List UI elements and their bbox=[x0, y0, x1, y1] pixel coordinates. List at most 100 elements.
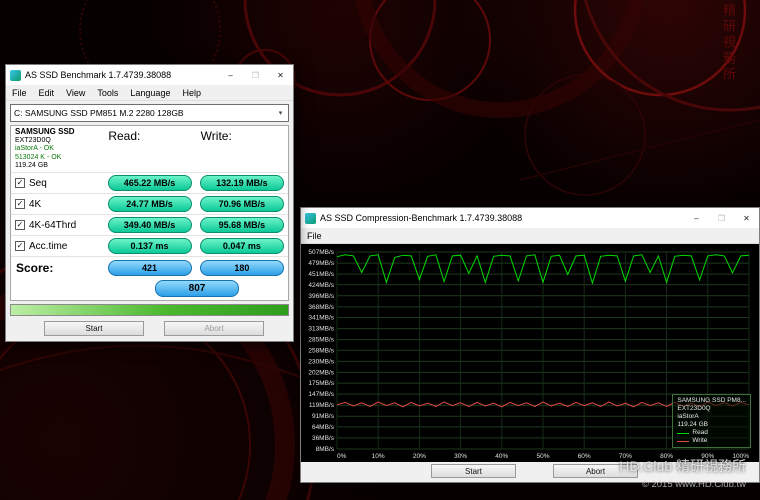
row-acc-time: ✓ Acc.time 0.137 ms 0.047 ms bbox=[11, 235, 288, 256]
read-line-swatch bbox=[677, 433, 689, 434]
checkbox-acc-time[interactable]: ✓ bbox=[15, 241, 25, 251]
svg-text:479MB/s: 479MB/s bbox=[308, 260, 334, 267]
svg-text:175MB/s: 175MB/s bbox=[308, 380, 334, 387]
drive-alignment-status: 513024 K - OK bbox=[15, 154, 99, 163]
minimize-icon: – bbox=[694, 214, 698, 223]
checkbox-4k-64thrd[interactable]: ✓ bbox=[15, 220, 25, 230]
close-icon: ✕ bbox=[277, 71, 284, 80]
start-button[interactable]: Start bbox=[431, 464, 516, 478]
svg-text:451MB/s: 451MB/s bbox=[308, 271, 334, 278]
menu-file[interactable]: File bbox=[6, 88, 33, 98]
check-icon: ✓ bbox=[17, 200, 24, 208]
menu-help[interactable]: Help bbox=[176, 88, 207, 98]
row-label: Acc.time bbox=[29, 241, 67, 252]
acc-time-write-value: 0.047 ms bbox=[200, 238, 284, 254]
as-ssd-benchmark-window: AS SSD Benchmark 1.7.4739.38088 – ❐ ✕ Fi… bbox=[5, 64, 294, 342]
4k-64thrd-write-value: 95.68 MB/s bbox=[200, 217, 284, 233]
check-icon: ✓ bbox=[17, 221, 24, 229]
menu-language[interactable]: Language bbox=[124, 88, 176, 98]
results-panel: SAMSUNG SSD EXT23D0Q iaStorA - OK 513024… bbox=[10, 125, 289, 301]
minimize-button[interactable]: – bbox=[218, 65, 243, 85]
svg-text:60%: 60% bbox=[578, 453, 591, 460]
legend-driver: iaStorA bbox=[677, 413, 746, 421]
row-label: 4K-64Thrd bbox=[29, 220, 76, 231]
checkbox-4k[interactable]: ✓ bbox=[15, 199, 25, 209]
read-column-header: Read: bbox=[103, 126, 195, 172]
svg-text:507MB/s: 507MB/s bbox=[308, 249, 334, 256]
4k-write-value: 70.96 MB/s bbox=[200, 196, 284, 212]
menu-file[interactable]: File bbox=[301, 231, 328, 241]
close-icon: ✕ bbox=[743, 214, 750, 223]
row-label: Seq bbox=[29, 178, 47, 189]
svg-text:258MB/s: 258MB/s bbox=[308, 347, 334, 354]
row-label: 4K bbox=[29, 199, 41, 210]
check-icon: ✓ bbox=[17, 179, 24, 187]
compression-chart: 507MB/s 479MB/s 451MB/s 424MB/s 396MB/s 368MB… bbox=[301, 244, 759, 462]
menu-view[interactable]: View bbox=[60, 88, 91, 98]
seq-write-value: 132.19 MB/s bbox=[200, 175, 284, 191]
start-button[interactable]: Start bbox=[44, 321, 144, 336]
menu-bar: File Edit View Tools Language Help bbox=[6, 85, 293, 101]
svg-text:64MB/s: 64MB/s bbox=[312, 424, 335, 431]
watermark-title: HD.Club 精研視務所 bbox=[619, 456, 746, 476]
score-label: Score: bbox=[11, 259, 103, 277]
app-icon bbox=[10, 70, 21, 81]
checkbox-seq[interactable]: ✓ bbox=[15, 178, 25, 188]
maximize-button: ❐ bbox=[709, 208, 734, 228]
row-4k-64thrd: ✓ 4K-64Thrd 349.40 MB/s 95.68 MB/s bbox=[11, 214, 288, 235]
as-ssd-compression-window: AS SSD Compression-Benchmark 1.7.4739.38… bbox=[300, 207, 760, 483]
svg-text:10%: 10% bbox=[372, 453, 385, 460]
legend-read-label: Read bbox=[692, 429, 708, 437]
svg-text:424MB/s: 424MB/s bbox=[308, 282, 334, 289]
4k-read-value: 24.77 MB/s bbox=[108, 196, 192, 212]
svg-text:40%: 40% bbox=[495, 453, 508, 460]
svg-text:313MB/s: 313MB/s bbox=[308, 326, 334, 333]
close-button[interactable]: ✕ bbox=[734, 208, 759, 228]
menu-edit[interactable]: Edit bbox=[33, 88, 61, 98]
read-score: 421 bbox=[108, 260, 192, 276]
app-icon bbox=[305, 213, 316, 224]
acc-time-read-value: 0.137 ms bbox=[108, 238, 192, 254]
drive-capacity: 119.24 GB bbox=[15, 162, 99, 171]
maximize-button: ❐ bbox=[243, 65, 268, 85]
write-score: 180 bbox=[200, 260, 284, 276]
svg-text:20%: 20% bbox=[413, 453, 426, 460]
drive-model: SAMSUNG SSD bbox=[15, 128, 99, 137]
svg-text:0%: 0% bbox=[337, 453, 347, 460]
drive-select-value: C: SAMSUNG SSD PM851 M.2 2280 128GB bbox=[14, 108, 184, 118]
svg-text:368MB/s: 368MB/s bbox=[308, 304, 334, 311]
svg-text:230MB/s: 230MB/s bbox=[308, 358, 334, 365]
menu-bar: File bbox=[301, 228, 759, 244]
check-icon: ✓ bbox=[17, 242, 24, 250]
svg-text:285MB/s: 285MB/s bbox=[308, 337, 334, 344]
title-bar[interactable]: AS SSD Compression-Benchmark 1.7.4739.38… bbox=[301, 208, 759, 228]
seq-read-value: 465.22 MB/s bbox=[108, 175, 192, 191]
minimize-button[interactable]: – bbox=[684, 208, 709, 228]
drive-firmware: EXT23D0Q bbox=[15, 137, 99, 146]
progress-bar bbox=[10, 304, 289, 316]
chart-legend: SAMSUNG SSD PM8... EXT23D0Q iaStorA 119.… bbox=[672, 394, 751, 448]
minimize-icon: – bbox=[228, 71, 232, 80]
close-button[interactable]: ✕ bbox=[268, 65, 293, 85]
legend-write-label: Write bbox=[692, 437, 707, 445]
svg-text:8MB/s: 8MB/s bbox=[316, 446, 335, 453]
svg-text:50%: 50% bbox=[536, 453, 549, 460]
legend-capacity: 119.24 GB bbox=[677, 421, 746, 429]
svg-text:36MB/s: 36MB/s bbox=[312, 435, 335, 442]
maximize-icon: ❐ bbox=[718, 214, 725, 223]
svg-text:30%: 30% bbox=[454, 453, 467, 460]
4k-64thrd-read-value: 349.40 MB/s bbox=[108, 217, 192, 233]
svg-text:147MB/s: 147MB/s bbox=[308, 391, 334, 398]
maximize-icon: ❐ bbox=[252, 71, 259, 80]
score-row: Score: 421 180 bbox=[11, 256, 288, 279]
drive-select[interactable]: C: SAMSUNG SSD PM851 M.2 2280 128GB ▾ bbox=[10, 104, 289, 122]
svg-text:119MB/s: 119MB/s bbox=[309, 402, 335, 409]
svg-text:396MB/s: 396MB/s bbox=[308, 293, 334, 300]
menu-tools[interactable]: Tools bbox=[91, 88, 124, 98]
write-line-swatch bbox=[677, 441, 689, 442]
watermark-copyright: © 2015 www.HD.Club.tw bbox=[642, 479, 746, 490]
legend-drive-model: SAMSUNG SSD PM8... bbox=[677, 397, 746, 405]
legend-firmware: EXT23D0Q bbox=[677, 405, 746, 413]
title-bar[interactable]: AS SSD Benchmark 1.7.4739.38088 – ❐ ✕ bbox=[6, 65, 293, 85]
wallpaper-vertical-text: 精研視務所 bbox=[719, 3, 738, 83]
